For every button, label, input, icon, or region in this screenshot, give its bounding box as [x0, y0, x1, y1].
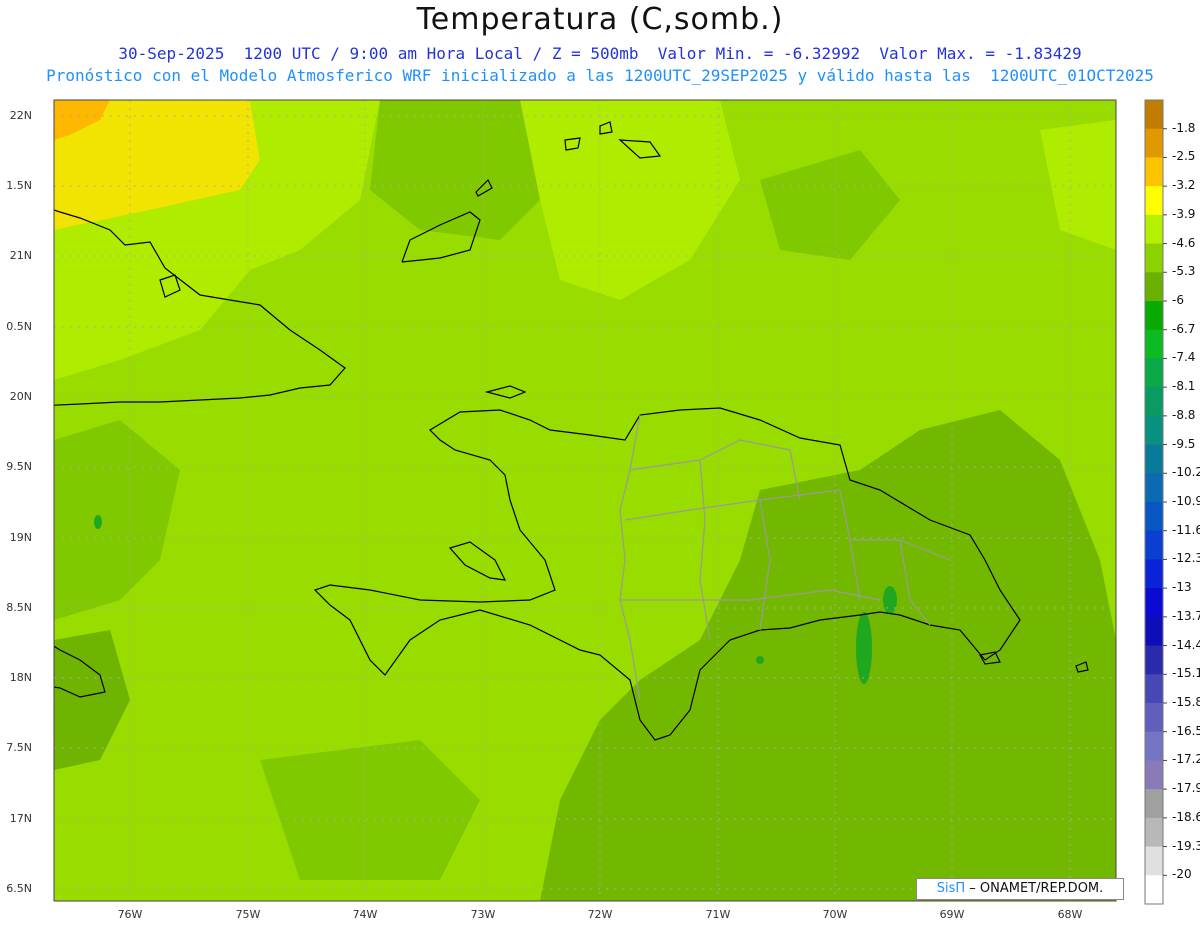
colorbar-swatch: [1145, 502, 1163, 532]
lat-label: 1.5N: [6, 179, 32, 192]
colorbar-swatch: [1145, 243, 1163, 273]
colorbar-label: -5.3: [1172, 264, 1196, 279]
colorbar-swatch: [1145, 157, 1163, 187]
lat-label: 20N: [9, 390, 32, 403]
colorbar-label: -15.8: [1172, 695, 1200, 709]
lon-label: 71W: [705, 908, 731, 921]
colorbar-swatch: [1145, 875, 1163, 905]
colorbar-label: -12.3: [1172, 551, 1200, 566]
lon-label: 76W: [117, 908, 143, 921]
colorbar-label: -2.5: [1172, 149, 1196, 164]
credit-box: SisΠ – ONAMET/REP.DOM.: [916, 878, 1124, 900]
colorbar-swatch: [1145, 789, 1163, 819]
field-deepgreen-spot: [94, 515, 102, 529]
colorbar-label: -13: [1172, 580, 1192, 595]
field-deepgreen-spot: [756, 656, 764, 664]
colorbar-swatch: [1145, 846, 1163, 876]
colorbar-label: -7.4: [1172, 350, 1196, 365]
field-deepgreen-spot: [883, 586, 897, 614]
colorbar-label: -8.8: [1172, 407, 1196, 422]
colorbar-swatch: [1145, 645, 1163, 675]
colorbar-swatch: [1145, 817, 1163, 848]
colorbar: [1144, 99, 1167, 905]
colorbar-swatch: [1145, 588, 1163, 618]
colorbar-label: -6.7: [1172, 321, 1196, 336]
colorbar-label: -15.1: [1172, 666, 1200, 681]
lat-label: 7.5N: [6, 741, 32, 754]
colorbar-swatch: [1145, 272, 1163, 302]
lon-label: 69W: [939, 908, 965, 921]
colorbar-label: -17.2: [1172, 752, 1200, 767]
colorbar-swatch: [1145, 329, 1163, 359]
colorbar-swatch: [1145, 387, 1163, 417]
colorbar-swatch: [1145, 100, 1163, 130]
temperature-map: [53, 99, 1167, 905]
colorbar-label: -3.2: [1172, 178, 1196, 193]
colorbar-swatch: [1145, 760, 1163, 790]
colorbar-swatch: [1145, 301, 1163, 331]
colorbar-swatch: [1145, 674, 1163, 704]
colorbar-swatch: [1145, 214, 1163, 245]
colorbar-swatch: [1145, 530, 1163, 560]
colorbar-swatch: [1145, 559, 1163, 589]
colorbar-label: -1.8: [1172, 120, 1196, 135]
lon-label: 75W: [235, 908, 261, 921]
colorbar-label: -6: [1172, 293, 1184, 307]
colorbar-label: -11.6: [1172, 522, 1200, 537]
colorbar-label: -19.3: [1172, 838, 1200, 853]
sispi-logo: SisΠ: [936, 881, 966, 896]
colorbar-swatch: [1145, 703, 1163, 733]
colorbar-label: -13.7: [1172, 608, 1200, 623]
colorbar-label: -18.6: [1172, 809, 1200, 824]
lat-label: 22N: [9, 109, 32, 122]
colorbar-label: -20: [1172, 867, 1192, 882]
lat-label: 17N: [9, 812, 32, 825]
colorbar-label: -4.6: [1172, 235, 1196, 250]
colorbar-swatch: [1145, 358, 1163, 388]
lon-label: 72W: [587, 908, 613, 921]
colorbar-label: -8.1: [1172, 379, 1196, 394]
lat-label: 6.5N: [6, 882, 32, 895]
colorbar-label: -17.9: [1172, 781, 1200, 796]
colorbar-swatch: [1145, 616, 1163, 647]
lat-label: 18N: [9, 671, 32, 684]
colorbar-label: -3.9: [1172, 206, 1196, 221]
colorbar-label: -10.2: [1172, 465, 1200, 480]
lon-label: 68W: [1057, 908, 1083, 921]
credit-text: – ONAMET/REP.DOM.: [965, 881, 1104, 896]
lon-label: 70W: [822, 908, 848, 921]
colorbar-label: -14.4: [1172, 637, 1200, 652]
lat-label: 19N: [9, 531, 32, 544]
colorbar-label: -9.5: [1172, 436, 1196, 451]
colorbar-swatch: [1145, 731, 1163, 761]
lat-label: 9.5N: [6, 460, 32, 473]
lat-label: 21N: [9, 249, 32, 262]
lat-label: 0.5N: [6, 320, 32, 333]
colorbar-label: -16.5: [1172, 723, 1200, 738]
colorbar-swatch: [1145, 186, 1163, 216]
colorbar-swatch: [1145, 473, 1163, 503]
lon-label: 74W: [352, 908, 378, 921]
field-deepgreen-spot: [856, 612, 872, 684]
colorbar-swatch: [1145, 128, 1163, 158]
lat-label: 8.5N: [6, 601, 32, 614]
colorbar-label: -10.9: [1172, 494, 1200, 508]
colorbar-swatch: [1145, 444, 1163, 474]
temperature-field: [54, 100, 1116, 901]
lon-label: 73W: [470, 908, 496, 921]
colorbar-swatch: [1145, 415, 1163, 446]
